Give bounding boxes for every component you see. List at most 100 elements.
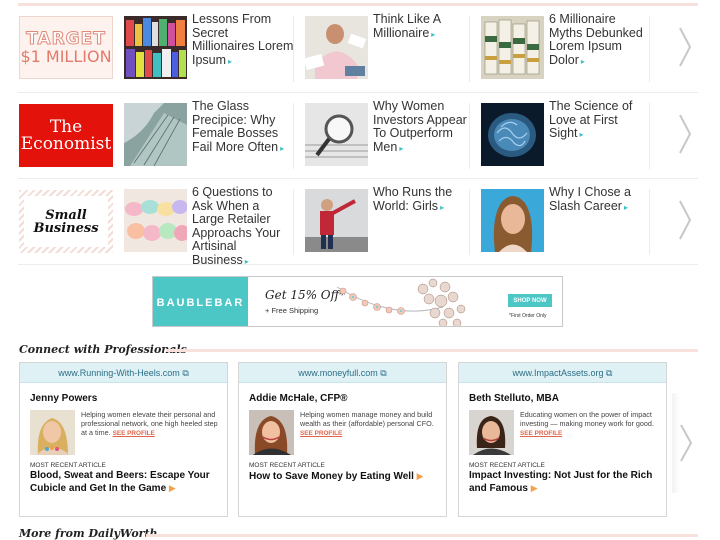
recent-article-link[interactable]: Blood, Sweat and Beers: Escape Your Cubi… <box>30 470 222 495</box>
professional-name[interactable]: Jenny Powers <box>30 393 97 404</box>
professional-bio: Helping women elevate their personal and… <box>81 410 218 437</box>
baublebar-ad-banner[interactable]: BAUBLEBAR Get 15% Off* + Free Shipping S… <box>152 276 563 327</box>
article-thumbnail[interactable] <box>124 189 187 252</box>
article-thumbnail[interactable] <box>305 189 368 252</box>
chevron-right-icon <box>680 424 693 462</box>
divider <box>469 103 470 169</box>
divider <box>293 16 294 82</box>
divider <box>649 16 650 82</box>
article-link[interactable]: Lessons From Secret Millionaires Lorem I… <box>124 12 294 82</box>
feed-row-target: TARGET $1 MILLION Lessons From Secret Mi… <box>18 6 698 93</box>
professional-photo[interactable] <box>30 410 75 455</box>
logo-text: TARGET <box>26 29 106 50</box>
external-link-icon: ⧉ <box>182 368 189 378</box>
article-title[interactable]: The Glass Precipice: Why Female Bosses F… <box>192 99 294 155</box>
professional-bio: Helping women manage money and build wea… <box>300 410 434 437</box>
article-title[interactable]: Think Like A Millionaire ▸ <box>373 12 470 41</box>
target-1-million-logo[interactable]: TARGET $1 MILLION <box>19 16 113 79</box>
arrow-icon: ▸ <box>228 56 233 66</box>
professional-card: www.moneyfull.com ⧉ Addie McHale, CFP® H… <box>238 362 447 517</box>
card-site-link[interactable]: www.Running-With-Heels.com ⧉ <box>20 363 227 383</box>
article-title[interactable]: Why I Chose a Slash Career ▸ <box>549 185 646 214</box>
professional-photo[interactable] <box>249 410 294 455</box>
chevron-right-icon[interactable] <box>674 111 694 157</box>
professional-card: www.ImpactAssets.org ⧉ Beth Stelluto, MB… <box>458 362 667 517</box>
article-link[interactable]: The Science of Love at First Sight ▸ <box>481 99 646 169</box>
see-profile-link[interactable]: SEE PROFILE <box>113 430 155 437</box>
play-arrow-icon: ▶ <box>416 471 424 481</box>
arrow-icon: ▸ <box>399 143 404 153</box>
see-profile-link[interactable]: SEE PROFILE <box>300 430 342 437</box>
article-thumbnail[interactable] <box>124 16 187 79</box>
ad-brand: BAUBLEBAR <box>153 277 248 326</box>
article-thumbnail[interactable] <box>481 189 544 252</box>
article-link[interactable]: Who Runs the World: Girls ▸ <box>305 185 470 255</box>
feed-row-small-business: Small Business 6 Questions to Ask When a… <box>18 179 698 267</box>
professional-name[interactable]: Beth Stelluto, MBA <box>469 393 559 404</box>
article-title[interactable]: The Science of Love at First Sight ▸ <box>549 99 646 142</box>
recent-article-label: MOST RECENT ARTICLE <box>469 462 545 469</box>
arrow-icon: ▸ <box>280 143 285 153</box>
arrow-icon: ▸ <box>431 29 436 39</box>
professional-card: www.Running-With-Heels.com ⧉ Jenny Power… <box>19 362 228 517</box>
more-section-heading: More from DailyWorth <box>19 527 158 540</box>
connect-section-heading: Connect with Professionals <box>19 343 187 356</box>
logo-inner: Small Business <box>24 196 108 247</box>
article-thumbnail[interactable] <box>124 103 187 166</box>
economist-logo[interactable]: The Economist <box>19 104 113 167</box>
recent-article-link[interactable]: Impact Investing: Not Just for the Rich … <box>469 470 661 495</box>
card-site-link[interactable]: www.ImpactAssets.org ⧉ <box>459 363 666 383</box>
recent-article-label: MOST RECENT ARTICLE <box>30 462 106 469</box>
divider <box>469 16 470 82</box>
section-divider <box>166 349 698 352</box>
play-arrow-icon: ▶ <box>530 483 538 493</box>
article-link[interactable]: Why Women Investors Appear To Outperform… <box>305 99 470 169</box>
article-title[interactable]: Who Runs the World: Girls ▸ <box>373 185 470 214</box>
article-title[interactable]: Why Women Investors Appear To Outperform… <box>373 99 470 155</box>
article-title[interactable]: Lessons From Secret Millionaires Lorem I… <box>192 12 294 68</box>
section-divider <box>146 534 698 537</box>
article-thumbnail[interactable] <box>481 103 544 166</box>
article-thumbnail[interactable] <box>305 16 368 79</box>
article-thumbnail[interactable] <box>481 16 544 79</box>
divider <box>649 189 650 255</box>
article-thumbnail[interactable] <box>305 103 368 166</box>
chevron-right-icon[interactable] <box>674 197 694 243</box>
divider <box>293 189 294 255</box>
arrow-icon: ▸ <box>440 202 445 212</box>
arrow-icon: ▸ <box>580 56 585 66</box>
see-profile-link[interactable]: SEE PROFILE <box>520 430 562 437</box>
article-link[interactable]: 6 Questions to Ask When a Large Retailer… <box>124 185 294 267</box>
arrow-icon: ▸ <box>244 256 249 266</box>
necklace-image <box>336 278 466 326</box>
ad-fine-print: *First Order Only <box>509 313 547 319</box>
article-link[interactable]: 6 Millionaire Myths Debunked Lorem Ipsum… <box>481 12 646 82</box>
recent-article-label: MOST RECENT ARTICLE <box>249 462 325 469</box>
ad-shipping: + Free Shipping <box>265 306 319 315</box>
shop-now-button[interactable]: SHOP NOW <box>508 294 552 307</box>
logo-text: Business <box>33 220 99 236</box>
small-business-logo[interactable]: Small Business <box>19 190 113 253</box>
play-arrow-icon: ▶ <box>168 483 176 493</box>
recent-article-link[interactable]: How to Save Money by Eating Well ▶ <box>249 470 441 483</box>
chevron-right-icon[interactable] <box>674 24 694 70</box>
divider <box>293 103 294 169</box>
external-link-icon: ⧉ <box>606 368 613 378</box>
article-feed: TARGET $1 MILLION Lessons From Secret Mi… <box>18 6 698 267</box>
logo-text: The <box>49 116 83 137</box>
article-title[interactable]: 6 Questions to Ask When a Large Retailer… <box>192 185 294 269</box>
carousel-next-button[interactable] <box>672 393 694 493</box>
professional-bio: Educating women on the power of impact i… <box>520 410 654 437</box>
arrow-icon: ▸ <box>623 202 628 212</box>
external-link-icon: ⧉ <box>380 368 387 378</box>
article-title[interactable]: 6 Millionaire Myths Debunked Lorem Ipsum… <box>549 12 646 68</box>
professional-photo[interactable] <box>469 410 514 455</box>
article-link[interactable]: The Glass Precipice: Why Female Bosses F… <box>124 99 294 169</box>
feed-row-economist: The Economist The Glass Precipice: Why F… <box>18 93 698 179</box>
logo-text: Small <box>45 207 87 223</box>
professional-name[interactable]: Addie McHale, CFP® <box>249 393 348 404</box>
article-link[interactable]: Why I Chose a Slash Career ▸ <box>481 185 646 255</box>
card-site-link[interactable]: www.moneyfull.com ⧉ <box>239 363 446 383</box>
arrow-icon: ▸ <box>579 130 584 140</box>
article-link[interactable]: Think Like A Millionaire ▸ <box>305 12 470 82</box>
